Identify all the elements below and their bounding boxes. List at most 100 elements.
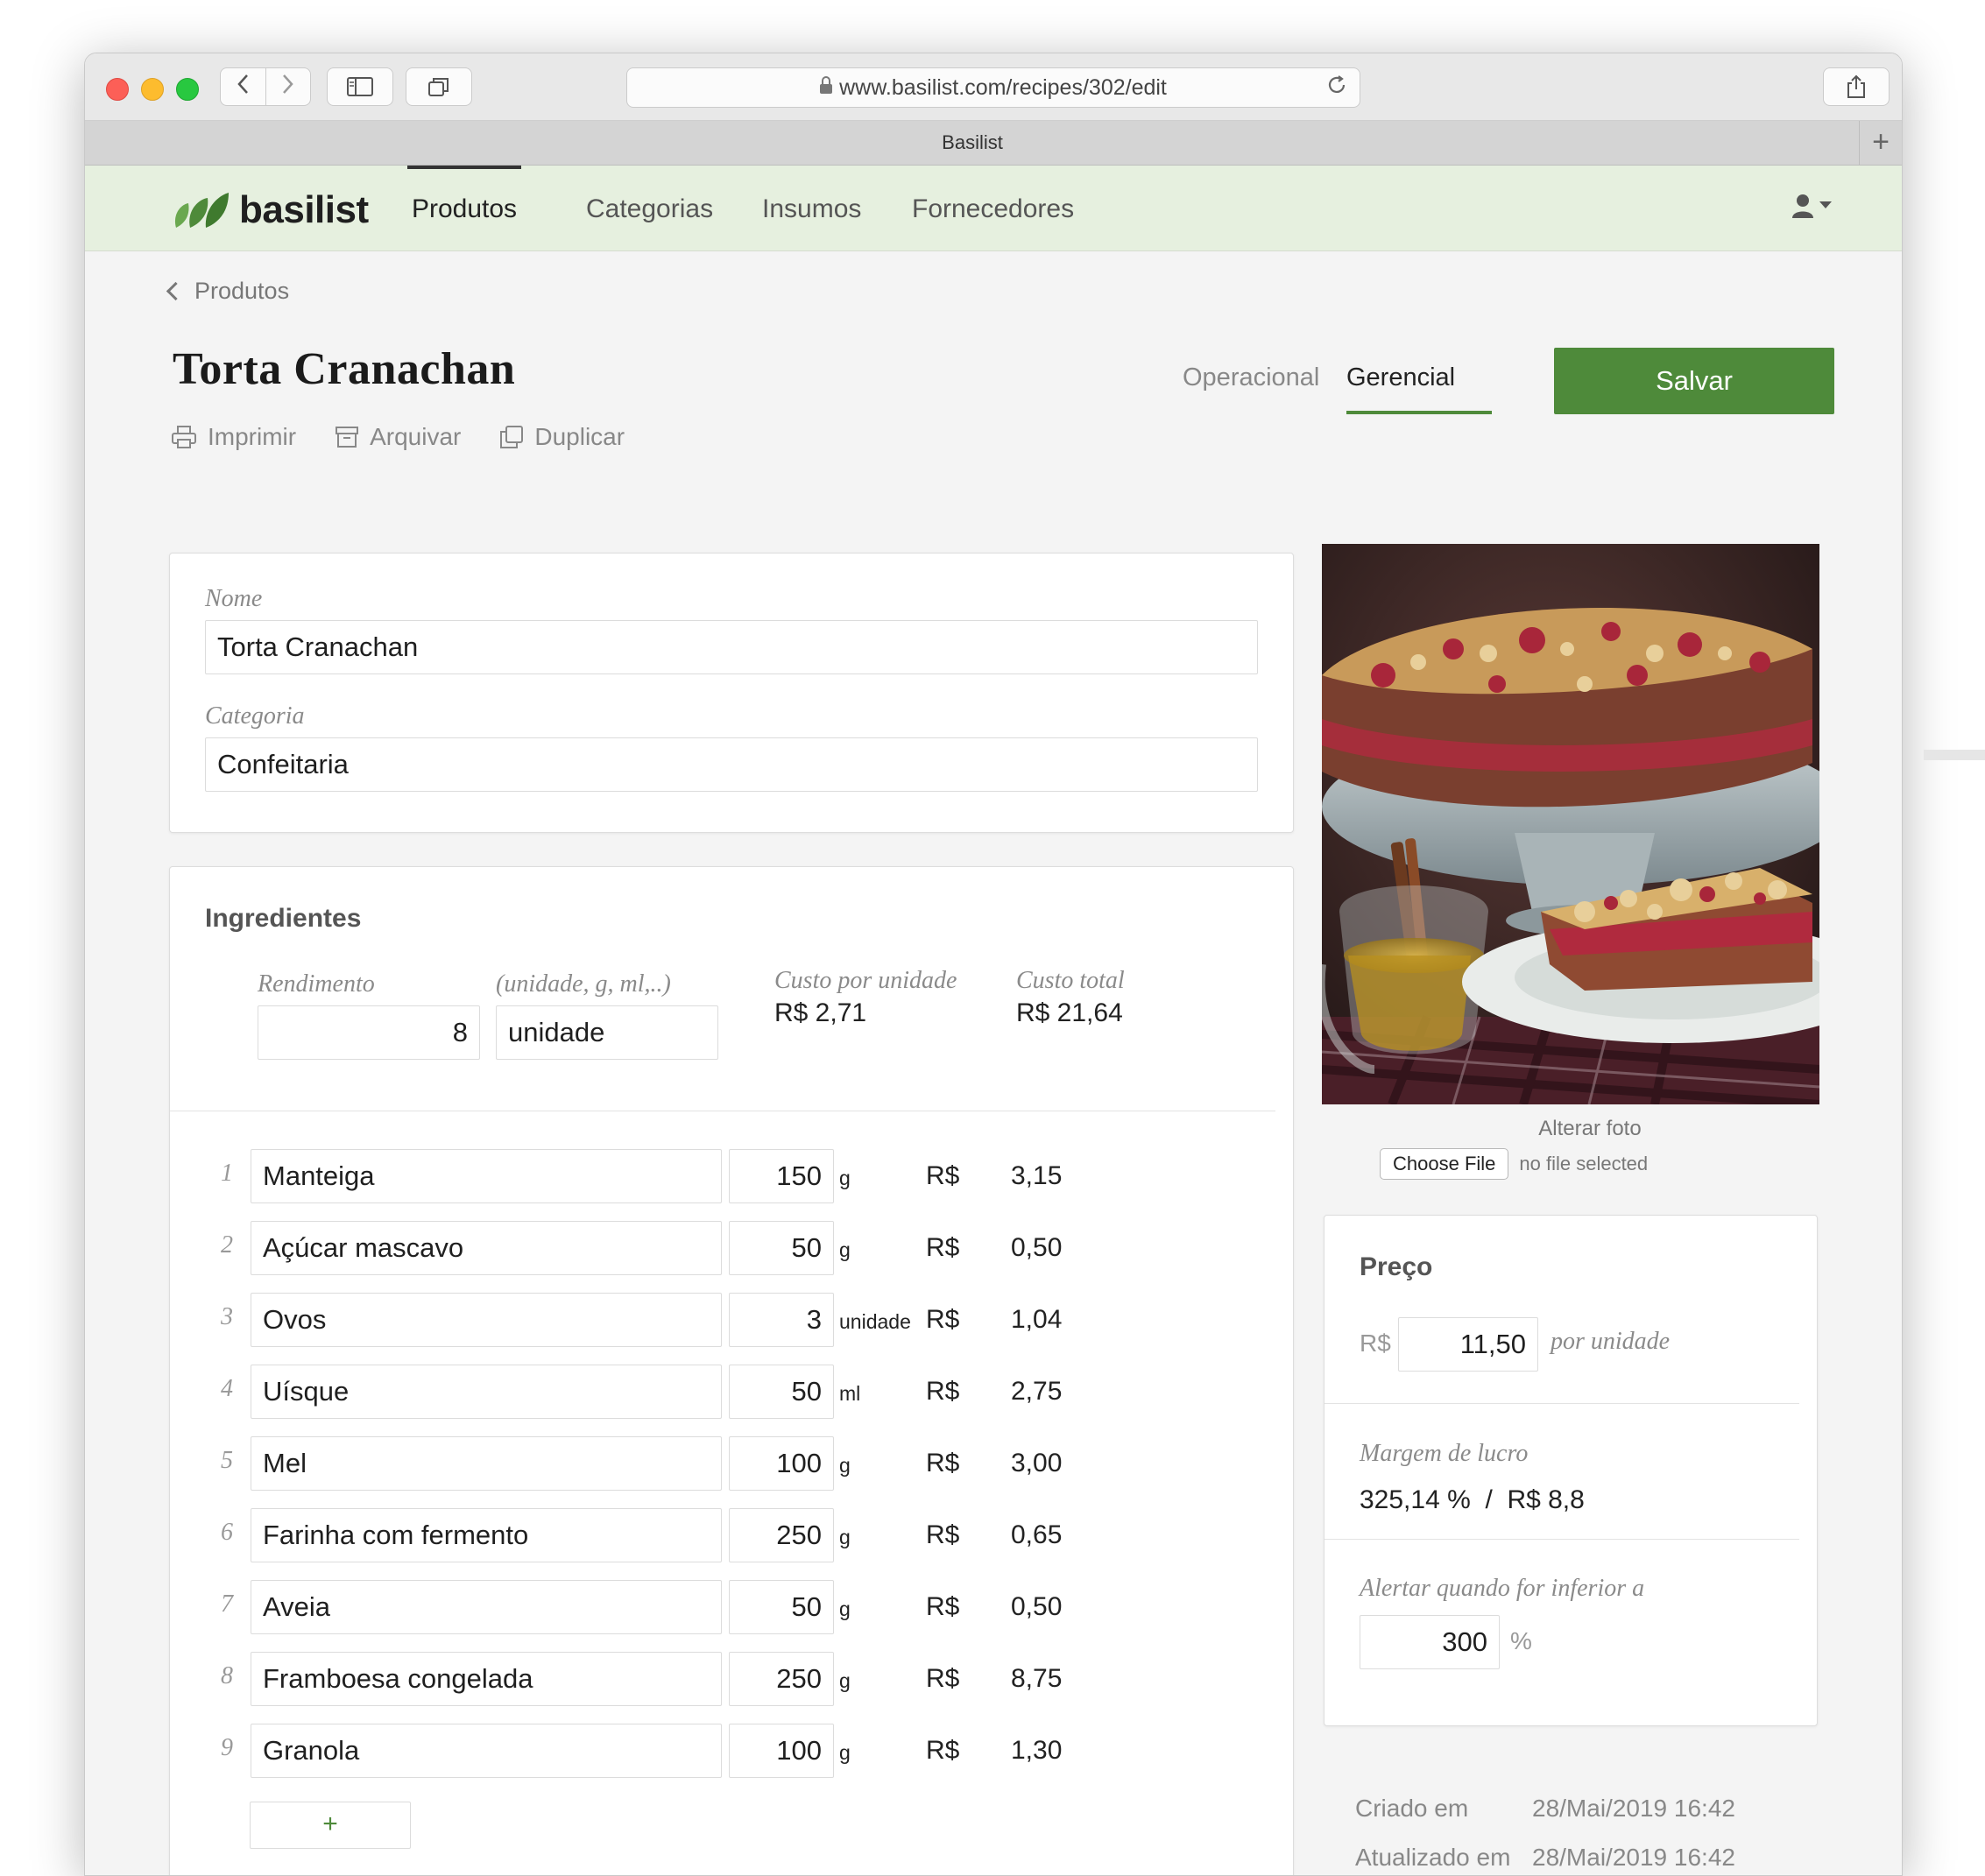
ingredient-unit: g xyxy=(839,1454,851,1477)
browser-window: www.basilist.com/recipes/302/edit Basili… xyxy=(84,53,1903,1876)
tab-gerencial[interactable]: Gerencial xyxy=(1346,363,1455,392)
choose-file-button[interactable]: Choose File xyxy=(1380,1148,1509,1180)
address-bar[interactable]: www.basilist.com/recipes/302/edit xyxy=(626,67,1360,108)
alert-label: Alertar quando for inferior a xyxy=(1360,1575,1645,1602)
alert-threshold-input[interactable]: 300 xyxy=(1360,1615,1500,1669)
ingredient-number: 2 xyxy=(221,1231,233,1259)
ingredient-qty-input[interactable]: 250 xyxy=(729,1508,834,1562)
name-label: Nome xyxy=(205,585,263,612)
forward-button[interactable] xyxy=(266,69,311,104)
price-input[interactable]: 11,50 xyxy=(1398,1317,1538,1372)
margin-value: 325,14 % / R$ 8,8 xyxy=(1360,1485,1585,1514)
ingredient-qty-input[interactable]: 150 xyxy=(729,1149,834,1203)
ingredient-name-input[interactable]: Granola xyxy=(251,1724,722,1778)
ingredient-currency: R$ xyxy=(926,1233,960,1262)
logo[interactable]: basilist xyxy=(173,188,369,232)
chevron-left-icon xyxy=(166,281,186,301)
page-title: Torta Cranachan xyxy=(173,344,516,394)
ingredient-qty-input[interactable]: 50 xyxy=(729,1221,834,1275)
breadcrumb-label: Produtos xyxy=(194,278,290,304)
total-cost-value: R$ 21,64 xyxy=(1016,998,1123,1027)
ingredient-cost: 0,65 xyxy=(1011,1520,1063,1549)
yield-label: Rendimento xyxy=(258,970,375,998)
url-value: www.basilist.com/recipes/302/edit xyxy=(839,75,1167,100)
ingredient-name-input[interactable]: Uísque xyxy=(251,1365,722,1419)
save-button[interactable]: Salvar xyxy=(1554,348,1834,414)
ingredients-card: Ingredientes Rendimento 8 (unidade, g, m… xyxy=(169,866,1294,1875)
ingredient-cost: 3,00 xyxy=(1011,1449,1063,1478)
nav-categorias[interactable]: Categorias xyxy=(586,166,713,250)
created-value: 28/Mai/2019 16:42 xyxy=(1532,1795,1735,1822)
nav-produtos[interactable]: Produtos xyxy=(407,166,521,254)
ingredient-name-input[interactable]: Farinha com fermento xyxy=(251,1508,722,1562)
chevron-left-icon xyxy=(237,74,249,94)
unit-input[interactable]: unidade xyxy=(496,1005,718,1060)
ingredient-currency: R$ xyxy=(926,1736,960,1765)
zoom-window-button[interactable] xyxy=(176,78,199,101)
total-cost-label: Custo total xyxy=(1016,967,1125,994)
archive-label: Arquivar xyxy=(370,423,462,450)
ingredient-currency: R$ xyxy=(926,1520,960,1549)
user-menu[interactable] xyxy=(1791,194,1832,218)
print-button[interactable]: Imprimir xyxy=(171,423,296,451)
ingredient-name-input[interactable]: Framboesa congelada xyxy=(251,1652,722,1706)
ingredient-qty-input[interactable]: 100 xyxy=(729,1436,834,1491)
ingredient-number: 3 xyxy=(221,1303,233,1330)
ingredient-qty-input[interactable]: 50 xyxy=(729,1580,834,1634)
ingredient-cost: 2,75 xyxy=(1011,1377,1063,1406)
nav-insumos[interactable]: Insumos xyxy=(762,166,861,250)
ingredient-currency: R$ xyxy=(926,1664,960,1693)
back-button[interactable] xyxy=(221,69,265,104)
file-input[interactable]: Choose File no file selected xyxy=(1380,1148,1648,1180)
ingredient-cost: 8,75 xyxy=(1011,1664,1063,1693)
duplicate-button[interactable]: Duplicar xyxy=(499,423,625,451)
ingredient-unit: unidade xyxy=(839,1310,911,1333)
ingredient-qty-input[interactable]: 50 xyxy=(729,1365,834,1419)
url-text: www.basilist.com/recipes/302/edit xyxy=(627,68,1360,107)
ingredients-title: Ingredientes xyxy=(205,904,362,933)
category-label: Categoria xyxy=(205,702,305,730)
name-input[interactable]: Torta Cranachan xyxy=(205,620,1258,674)
ingredient-unit: g xyxy=(839,1526,851,1548)
product-actions: Imprimir Arquivar Duplicar xyxy=(171,423,625,451)
ingredient-name-input[interactable]: Açúcar mascavo xyxy=(251,1221,722,1275)
updated-label: Atualizado em xyxy=(1355,1844,1511,1871)
history-nav xyxy=(220,67,311,106)
minimize-window-button[interactable] xyxy=(141,78,164,101)
browser-tab[interactable]: Basilist xyxy=(85,121,1860,165)
tab-overview-button[interactable] xyxy=(406,67,472,106)
cost-per-unit-label: Custo por unidade xyxy=(774,967,957,994)
ingredient-name-input[interactable]: Aveia xyxy=(251,1580,722,1634)
nav-fornecedores[interactable]: Fornecedores xyxy=(912,166,1074,250)
ingredient-unit: g xyxy=(839,1167,851,1189)
category-input[interactable]: Confeitaria xyxy=(205,737,1258,792)
ingredient-qty-input[interactable]: 3 xyxy=(729,1293,834,1347)
updated-value: 28/Mai/2019 16:42 xyxy=(1532,1844,1735,1871)
ingredient-name-input[interactable]: Ovos xyxy=(251,1293,722,1347)
breadcrumb[interactable]: Produtos xyxy=(166,278,290,305)
ingredient-name-input[interactable]: Mel xyxy=(251,1436,722,1491)
ingredient-number: 7 xyxy=(221,1590,233,1618)
tab-operacional[interactable]: Operacional xyxy=(1183,363,1319,392)
new-tab-button[interactable]: + xyxy=(1859,121,1902,165)
ingredient-name-input[interactable]: Manteiga xyxy=(251,1149,722,1203)
yield-input[interactable]: 8 xyxy=(258,1005,480,1060)
ingredient-currency: R$ xyxy=(926,1377,960,1406)
app-header: basilist Produtos Categorias Insumos For… xyxy=(85,166,1902,251)
ingredient-unit: g xyxy=(839,1238,851,1261)
share-button[interactable] xyxy=(1823,67,1890,106)
price-card: Preço R$ 11,50 por unidade Margem de luc… xyxy=(1324,1215,1818,1726)
alert-percent-suffix: % xyxy=(1510,1627,1532,1654)
archive-button[interactable]: Arquivar xyxy=(335,423,461,451)
ingredient-currency: R$ xyxy=(926,1449,960,1478)
sidebar-toggle-button[interactable] xyxy=(327,67,393,106)
reload-icon xyxy=(1328,75,1346,93)
ingredient-qty-input[interactable]: 250 xyxy=(729,1652,834,1706)
ingredient-qty-input[interactable]: 100 xyxy=(729,1724,834,1778)
ingredient-currency: R$ xyxy=(926,1305,960,1334)
reload-button[interactable] xyxy=(1326,70,1347,105)
print-label: Imprimir xyxy=(208,423,297,450)
add-ingredient-button[interactable]: + xyxy=(250,1802,411,1849)
close-window-button[interactable] xyxy=(106,78,129,101)
browser-toolbar: www.basilist.com/recipes/302/edit xyxy=(85,53,1902,121)
